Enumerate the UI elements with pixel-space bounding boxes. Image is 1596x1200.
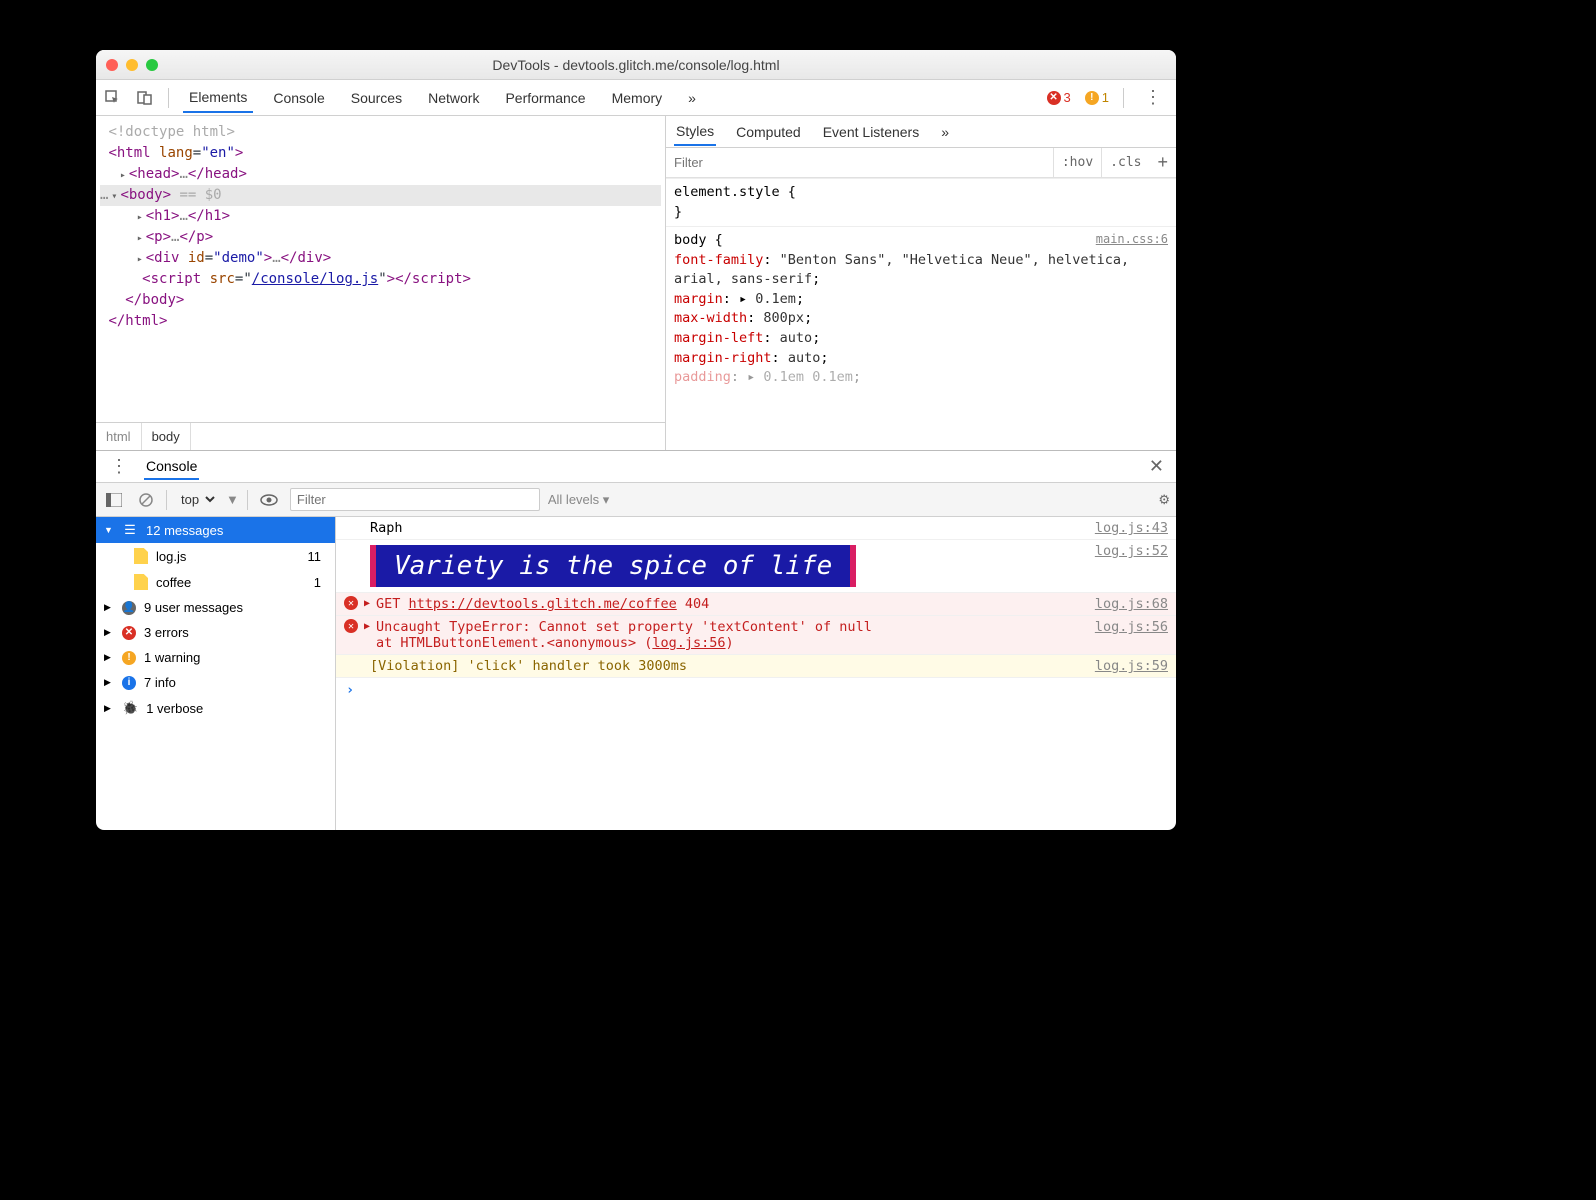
device-icon[interactable] xyxy=(136,89,154,107)
sidebar-file-logjs[interactable]: log.js11 xyxy=(96,543,335,569)
source-link[interactable]: log.js:52 xyxy=(1085,543,1168,559)
new-style-rule-button[interactable]: + xyxy=(1149,152,1176,173)
styles-tabs: Styles Computed Event Listeners » xyxy=(666,116,1176,148)
styles-filter-row: :hov .cls + xyxy=(666,148,1176,178)
console-filter-input[interactable] xyxy=(290,488,540,511)
separator xyxy=(247,490,248,510)
breadcrumb: html body xyxy=(96,422,665,450)
tab-console[interactable]: Console xyxy=(267,84,330,112)
error-row[interactable]: ✕▶Uncaught TypeError: Cannot set propert… xyxy=(336,616,1176,655)
tab-performance[interactable]: Performance xyxy=(499,84,591,112)
file-icon xyxy=(134,548,148,564)
log-levels-dropdown[interactable]: All levels ▾ xyxy=(548,492,609,508)
error-icon: ✕ xyxy=(344,596,358,610)
styled-log: Variety is the spice of life xyxy=(370,545,856,587)
error-badge[interactable]: ✕3 xyxy=(1047,90,1071,105)
expand-icon[interactable] xyxy=(134,227,146,248)
tab-elements[interactable]: Elements xyxy=(183,83,253,113)
inspect-icon[interactable] xyxy=(104,89,122,107)
cls-toggle[interactable]: .cls xyxy=(1101,148,1149,177)
main-panels: <!doctype html> <html lang="en"> <head>…… xyxy=(96,116,1176,450)
sidebar-file-coffee[interactable]: coffee1 xyxy=(96,569,335,595)
clear-console-icon[interactable] xyxy=(134,490,158,510)
collapse-icon[interactable] xyxy=(108,185,120,206)
console-prompt[interactable]: › xyxy=(336,678,1176,702)
error-icon: ✕ xyxy=(344,619,358,633)
sidebar-toggle-icon[interactable] xyxy=(102,491,126,509)
eye-icon[interactable] xyxy=(256,492,282,508)
main-toolbar: Elements Console Sources Network Perform… xyxy=(96,80,1176,116)
titlebar: DevTools - devtools.glitch.me/console/lo… xyxy=(96,50,1176,80)
hov-toggle[interactable]: :hov xyxy=(1053,148,1101,177)
sidebar-verbose[interactable]: ▶1 verbose xyxy=(96,695,335,721)
expand-icon[interactable] xyxy=(117,164,129,185)
styles-panel: Styles Computed Event Listeners » :hov .… xyxy=(666,116,1176,450)
styles-tabs-overflow[interactable]: » xyxy=(939,119,951,145)
source-link[interactable]: log.js:68 xyxy=(1085,596,1168,612)
warning-badge[interactable]: !1 xyxy=(1085,90,1109,105)
selected-body-node[interactable]: …<body> == $0 xyxy=(100,185,661,206)
styles-filter-input[interactable] xyxy=(666,151,1053,174)
bug-icon xyxy=(122,700,138,716)
devtools-window: DevTools - devtools.glitch.me/console/lo… xyxy=(96,50,1176,830)
warning-icon: ! xyxy=(1085,91,1099,105)
styles-rules[interactable]: element.style { } main.css:6 body { font… xyxy=(666,178,1176,450)
window-title: DevTools - devtools.glitch.me/console/lo… xyxy=(96,57,1176,73)
settings-menu[interactable]: ⋮ xyxy=(1138,87,1168,108)
source-link[interactable]: log.js:43 xyxy=(1085,520,1168,536)
tab-network[interactable]: Network xyxy=(422,84,485,112)
context-selector[interactable]: top xyxy=(175,489,218,510)
doctype: <!doctype html> xyxy=(108,124,234,140)
violation-row[interactable]: [Violation] 'click' handler took 3000msl… xyxy=(336,655,1176,678)
console-sidebar: ▼☰12 messages log.js11 coffee1 ▶👤9 user … xyxy=(96,517,336,830)
source-link[interactable]: main.css:6 xyxy=(1096,231,1168,248)
sidebar-user-messages[interactable]: ▶👤9 user messages xyxy=(96,595,335,620)
console-messages: Raphlog.js:43 Variety is the spice of li… xyxy=(336,517,1176,830)
sidebar-info[interactable]: ▶i7 info xyxy=(96,670,335,695)
tab-sources[interactable]: Sources xyxy=(345,84,408,112)
warning-icon: ! xyxy=(122,651,136,665)
tabs-overflow[interactable]: » xyxy=(682,84,702,112)
crumb-body[interactable]: body xyxy=(142,423,191,450)
source-link[interactable]: log.js:56 xyxy=(1085,619,1168,635)
tab-memory[interactable]: Memory xyxy=(606,84,669,112)
tab-event-listeners[interactable]: Event Listeners xyxy=(821,119,922,145)
info-icon: i xyxy=(122,676,136,690)
tab-styles[interactable]: Styles xyxy=(674,118,716,146)
console-drawer: ⋮ Console ✕ top ▼ All levels ▾ ⚙ ▼☰12 me… xyxy=(96,450,1176,830)
expand-icon[interactable] xyxy=(134,248,146,269)
separator xyxy=(1123,88,1124,108)
file-icon xyxy=(134,574,148,590)
sidebar-errors[interactable]: ▶✕3 errors xyxy=(96,620,335,645)
close-drawer-button[interactable]: ✕ xyxy=(1145,456,1168,477)
error-row[interactable]: ✕▶GET https://devtools.glitch.me/coffee … xyxy=(336,593,1176,616)
console-menu[interactable]: ⋮ xyxy=(104,456,134,477)
source-link[interactable]: log.js:59 xyxy=(1085,658,1168,674)
log-row-styled[interactable]: Variety is the spice of life log.js:52 xyxy=(336,540,1176,593)
stack-link[interactable]: log.js:56 xyxy=(652,635,725,651)
elements-panel: <!doctype html> <html lang="en"> <head>…… xyxy=(96,116,666,450)
crumb-html[interactable]: html xyxy=(96,423,142,450)
expand-icon[interactable] xyxy=(134,206,146,227)
tab-computed[interactable]: Computed xyxy=(734,119,803,145)
console-tab[interactable]: Console xyxy=(144,454,199,480)
console-body: ▼☰12 messages log.js11 coffee1 ▶👤9 user … xyxy=(96,517,1176,830)
script-src-link[interactable]: /console/log.js xyxy=(252,271,378,287)
separator xyxy=(166,490,167,510)
dom-tree[interactable]: <!doctype html> <html lang="en"> <head>…… xyxy=(96,116,665,422)
sidebar-messages[interactable]: ▼☰12 messages xyxy=(96,517,335,543)
console-settings-icon[interactable]: ⚙ xyxy=(1158,492,1170,508)
error-icon: ✕ xyxy=(1047,91,1061,105)
user-icon: 👤 xyxy=(122,601,136,615)
console-header: ⋮ Console ✕ xyxy=(96,451,1176,483)
error-url-link[interactable]: https://devtools.glitch.me/coffee xyxy=(409,596,677,612)
sidebar-warnings[interactable]: ▶!1 warning xyxy=(96,645,335,670)
error-icon: ✕ xyxy=(122,626,136,640)
separator xyxy=(168,88,169,108)
log-row[interactable]: Raphlog.js:43 xyxy=(336,517,1176,540)
console-filter-bar: top ▼ All levels ▾ ⚙ xyxy=(96,483,1176,517)
